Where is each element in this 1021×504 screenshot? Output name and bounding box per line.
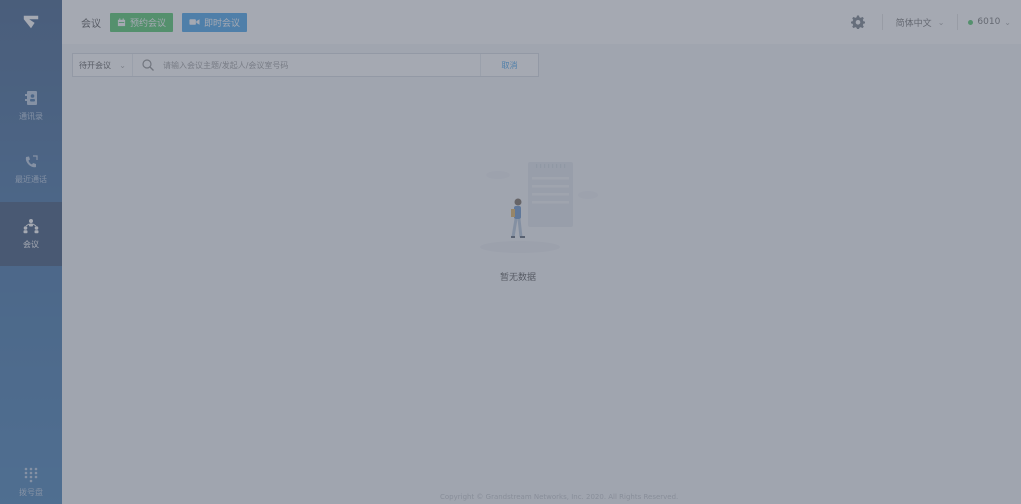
empty-state-image [480,162,598,253]
dialpad-icon [24,467,38,483]
sidebar-item-label: 会议 [23,240,39,249]
schedule-meeting-label: 预约会议 [130,18,167,29]
page-title: 会议 [81,18,101,30]
chevron-down-icon: ⌄ [937,17,945,27]
copyright-text: Copyright © Grandstream Networks, Inc. 2… [440,493,679,501]
sidebar-item-label: 拨号盘 [19,488,43,497]
chevron-down-icon: ⌄ [119,60,126,70]
search-input[interactable] [163,54,480,76]
settings-button[interactable] [848,12,868,32]
language-select[interactable]: 简体中文 ⌄ [883,16,958,29]
sidebar-item-meeting[interactable]: 会议 [0,202,62,266]
logo-icon [23,15,39,29]
sidebar-item-recent-calls[interactable]: 最近通话 [0,138,62,202]
sidebar-item-label: 最近通话 [15,175,47,184]
video-camera-icon [189,19,200,25]
meeting-filter-select[interactable]: 待开会议 ⌄ [73,54,133,76]
empty-state-illustration [470,157,630,287]
language-value: 简体中文 [895,18,932,29]
cancel-button[interactable]: 取消 [480,54,538,76]
sidebar-item-contacts[interactable]: 通讯录 [0,74,62,138]
calendar-icon [117,17,126,26]
sidebar-item-label: 通讯录 [19,112,43,121]
online-status-dot [968,19,974,25]
sidebar-item-dialpad[interactable]: 拨号盘 [0,467,62,498]
contacts-icon [25,91,37,105]
search-icon [133,59,163,71]
account-number: 6010 [977,17,1001,27]
meeting-icon [23,219,39,234]
top-bar: 会议 预约会议 即时会议 简体中文 ⌄ 6010 ⌄ [62,0,1021,44]
schedule-meeting-button[interactable]: 预约会议 [110,12,174,32]
filter-value: 待开会议 [79,60,111,70]
meeting-search-bar: 待开会议 ⌄ 取消 [72,53,539,77]
sidebar: 通讯录 最近通话 会议 拨号盘 [0,0,62,504]
chevron-down-icon: ⌄ [1004,17,1011,27]
account-status[interactable]: 6010 ⌄ [958,17,1021,27]
header-right: 简体中文 ⌄ 6010 ⌄ [848,0,1021,44]
recent-calls-icon [25,155,38,168]
app-logo [0,0,62,44]
instant-meeting-label: 即时会议 [204,18,241,29]
gear-icon [850,15,865,29]
instant-meeting-button[interactable]: 即时会议 [182,12,248,32]
empty-state-text: 暂无数据 [500,273,537,283]
